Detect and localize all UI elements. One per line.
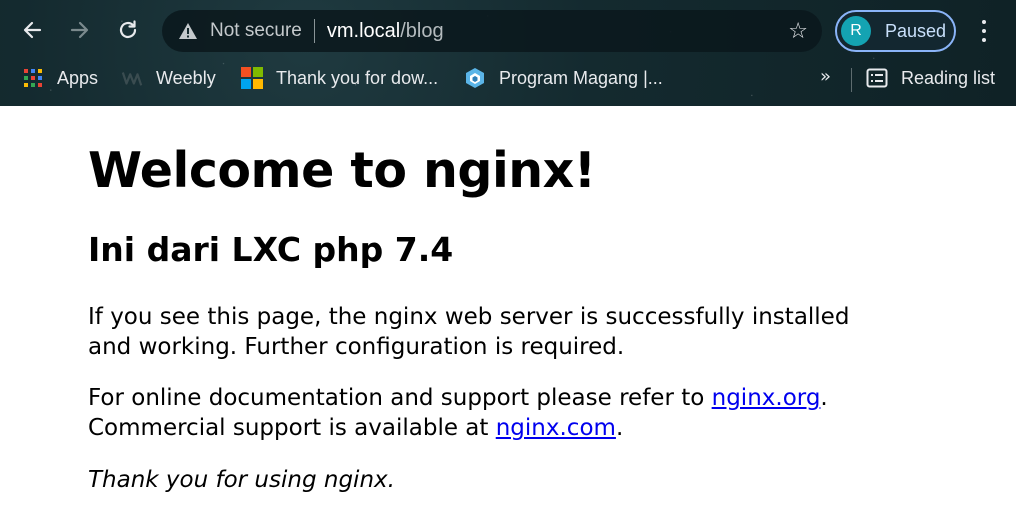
omnibox-divider <box>313 19 315 43</box>
warning-triangle-icon[interactable] <box>178 21 198 41</box>
commercial-text-end: . <box>615 415 624 441</box>
arrow-right-icon <box>70 21 89 39</box>
bookmark-label: Program Magang |... <box>499 67 663 88</box>
bookmark-program-magang[interactable]: Program Magang |... <box>464 64 663 92</box>
intro-paragraph: If you see this page, the nginx web serv… <box>88 304 850 360</box>
page-title: Welcome to nginx! <box>88 142 596 199</box>
bookmarks-overflow-button[interactable]: » <box>820 66 831 87</box>
dot-icon <box>982 38 986 42</box>
bookmarks-divider <box>851 68 852 92</box>
sync-status: Paused <box>885 20 947 41</box>
bookmark-star-icon[interactable]: ☆ <box>788 19 808 44</box>
microsoft-icon <box>241 67 263 89</box>
avatar: R <box>841 16 871 46</box>
page-subtitle: Ini dari LXC php 7.4 <box>88 230 454 269</box>
bookmark-thank-you[interactable]: Thank you for dow... <box>241 64 438 92</box>
apps-grid-icon <box>22 67 44 89</box>
url-path[interactable]: /blog <box>400 20 443 43</box>
reading-list-label: Reading list <box>901 67 996 88</box>
reading-list-button[interactable]: Reading list <box>866 64 995 92</box>
browser-chrome: Not secure vm.local/blog ☆ R Paused Apps… <box>0 0 1016 106</box>
browser-menu-button[interactable] <box>972 16 996 46</box>
bookmark-label: Apps <box>57 67 99 88</box>
security-status[interactable]: Not secure <box>210 20 302 42</box>
bookmark-label: Thank you for dow... <box>276 67 439 88</box>
dot-icon <box>982 29 986 33</box>
support-text-end: . <box>820 385 828 411</box>
nginx-org-link[interactable]: nginx.org <box>712 385 821 411</box>
arrow-left-icon <box>23 21 42 39</box>
reading-list-icon <box>866 67 888 89</box>
bookmark-weebly[interactable]: Weebly <box>121 64 216 92</box>
support-paragraph: For online documentation and support ple… <box>88 383 858 443</box>
browser-toolbar: Not secure vm.local/blog ☆ R Paused <box>0 6 1016 54</box>
commercial-text: Commercial support is available at <box>88 415 496 441</box>
reload-icon <box>119 20 137 39</box>
back-button[interactable] <box>16 14 48 46</box>
nginx-com-link[interactable]: nginx.com <box>496 415 616 441</box>
site-logo-icon <box>464 67 486 89</box>
forward-button[interactable] <box>64 14 96 46</box>
support-text: For online documentation and support ple… <box>88 385 712 411</box>
bookmarks-bar: Apps Weebly Thank you for dow... Program… <box>0 60 1016 96</box>
weebly-icon <box>121 67 143 89</box>
profile-button[interactable]: R Paused <box>835 10 956 52</box>
address-bar[interactable]: Not secure vm.local/blog ☆ <box>162 10 822 52</box>
bookmark-label: Weebly <box>156 67 216 88</box>
dot-icon <box>982 20 986 24</box>
reload-button[interactable] <box>112 14 144 46</box>
thanks-paragraph: Thank you for using nginx. <box>88 467 395 493</box>
url-host[interactable]: vm.local <box>327 20 400 43</box>
bookmark-apps[interactable]: Apps <box>22 64 98 92</box>
